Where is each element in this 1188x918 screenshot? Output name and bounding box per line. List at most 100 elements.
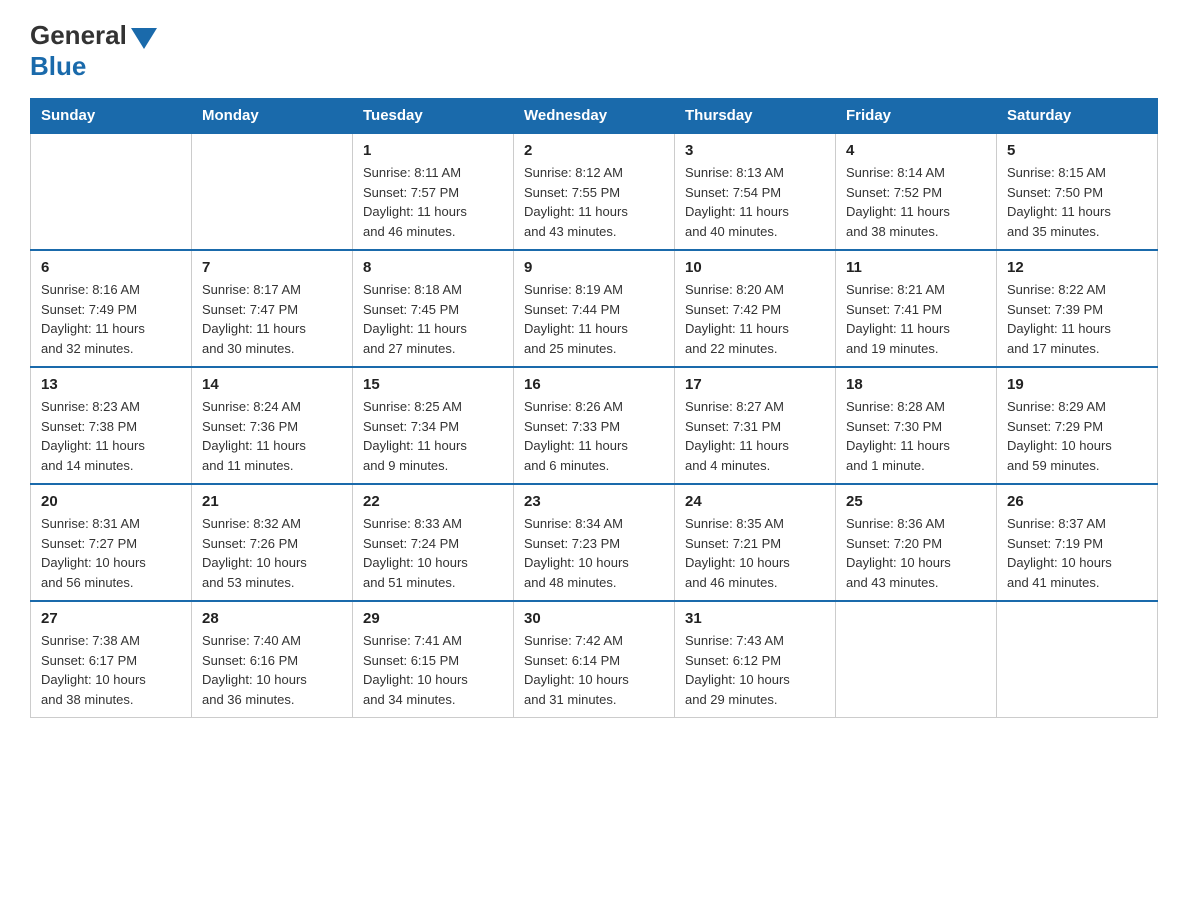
day-number: 18 [846, 376, 986, 393]
calendar-cell: 28 Sunrise: 7:40 AM Sunset: 6:16 PM Dayli… [192, 601, 353, 718]
day-number: 27 [41, 610, 181, 627]
day-info: Sunrise: 8:18 AM Sunset: 7:45 PM Dayligh… [363, 280, 503, 358]
day-info: Sunrise: 8:24 AM Sunset: 7:36 PM Dayligh… [202, 397, 342, 475]
day-info: Sunrise: 7:38 AM Sunset: 6:17 PM Dayligh… [41, 631, 181, 709]
day-info: Sunrise: 8:27 AM Sunset: 7:31 PM Dayligh… [685, 397, 825, 475]
calendar-cell: 13 Sunrise: 8:23 AM Sunset: 7:38 PM Dayli… [31, 367, 192, 484]
day-info: Sunrise: 8:32 AM Sunset: 7:26 PM Dayligh… [202, 514, 342, 592]
day-info: Sunrise: 7:41 AM Sunset: 6:15 PM Dayligh… [363, 631, 503, 709]
day-number: 7 [202, 259, 342, 276]
day-number: 9 [524, 259, 664, 276]
column-header-friday: Friday [836, 99, 997, 134]
day-number: 11 [846, 259, 986, 276]
day-info: Sunrise: 7:42 AM Sunset: 6:14 PM Dayligh… [524, 631, 664, 709]
calendar-cell: 12 Sunrise: 8:22 AM Sunset: 7:39 PM Dayli… [997, 250, 1158, 367]
day-info: Sunrise: 8:28 AM Sunset: 7:30 PM Dayligh… [846, 397, 986, 475]
calendar-cell: 8 Sunrise: 8:18 AM Sunset: 7:45 PM Daylig… [353, 250, 514, 367]
calendar-cell: 4Sunrise: 8:14 AM Sunset: 7:52 PM Daylig… [836, 133, 997, 250]
day-number: 30 [524, 610, 664, 627]
calendar-cell: 20Sunrise: 8:31 AM Sunset: 7:27 PM Dayli… [31, 484, 192, 601]
day-number: 1 [363, 142, 503, 159]
day-number: 23 [524, 493, 664, 510]
day-info: Sunrise: 7:40 AM Sunset: 6:16 PM Dayligh… [202, 631, 342, 709]
calendar-cell: 2 Sunrise: 8:12 AM Sunset: 7:55 PM Daylig… [514, 133, 675, 250]
day-number: 4 [846, 142, 986, 159]
page-header: GeneralBlue [30, 20, 1158, 82]
calendar-cell: 15 Sunrise: 8:25 AM Sunset: 7:34 PM Dayli… [353, 367, 514, 484]
day-number: 2 [524, 142, 664, 159]
day-info: Sunrise: 8:34 AM Sunset: 7:23 PM Dayligh… [524, 514, 664, 592]
day-number: 21 [202, 493, 342, 510]
day-info: Sunrise: 8:37 AM Sunset: 7:19 PM Dayligh… [1007, 514, 1147, 592]
day-info: Sunrise: 8:11 AM Sunset: 7:57 PM Dayligh… [363, 163, 503, 241]
calendar-cell: 17 Sunrise: 8:27 AM Sunset: 7:31 PM Dayli… [675, 367, 836, 484]
calendar-cell [997, 601, 1158, 718]
calendar-cell: 23 Sunrise: 8:34 AM Sunset: 7:23 PM Dayli… [514, 484, 675, 601]
day-number: 16 [524, 376, 664, 393]
column-header-wednesday: Wednesday [514, 99, 675, 134]
calendar-week-row: 20Sunrise: 8:31 AM Sunset: 7:27 PM Dayli… [31, 484, 1158, 601]
day-number: 8 [363, 259, 503, 276]
column-header-saturday: Saturday [997, 99, 1158, 134]
calendar-cell: 11 Sunrise: 8:21 AM Sunset: 7:41 PM Dayli… [836, 250, 997, 367]
day-info: Sunrise: 8:15 AM Sunset: 7:50 PM Dayligh… [1007, 163, 1147, 241]
day-number: 22 [363, 493, 503, 510]
calendar-cell [836, 601, 997, 718]
calendar-cell: 21 Sunrise: 8:32 AM Sunset: 7:26 PM Dayli… [192, 484, 353, 601]
calendar-cell: 3 Sunrise: 8:13 AM Sunset: 7:54 PM Daylig… [675, 133, 836, 250]
day-number: 14 [202, 376, 342, 393]
calendar-week-row: 13 Sunrise: 8:23 AM Sunset: 7:38 PM Dayli… [31, 367, 1158, 484]
calendar-cell [192, 133, 353, 250]
calendar-header-row: SundayMondayTuesdayWednesdayThursdayFrid… [31, 99, 1158, 134]
calendar-cell: 7 Sunrise: 8:17 AM Sunset: 7:47 PM Daylig… [192, 250, 353, 367]
column-header-monday: Monday [192, 99, 353, 134]
day-info: Sunrise: 8:26 AM Sunset: 7:33 PM Dayligh… [524, 397, 664, 475]
day-info: Sunrise: 8:36 AM Sunset: 7:20 PM Dayligh… [846, 514, 986, 592]
logo-general-text: General [30, 20, 127, 51]
day-info: Sunrise: 8:17 AM Sunset: 7:47 PM Dayligh… [202, 280, 342, 358]
day-number: 17 [685, 376, 825, 393]
logo-triangle-icon [131, 28, 157, 49]
day-info: Sunrise: 8:19 AM Sunset: 7:44 PM Dayligh… [524, 280, 664, 358]
day-info: Sunrise: 8:33 AM Sunset: 7:24 PM Dayligh… [363, 514, 503, 592]
day-number: 19 [1007, 376, 1147, 393]
day-number: 25 [846, 493, 986, 510]
calendar-cell: 27 Sunrise: 7:38 AM Sunset: 6:17 PM Dayli… [31, 601, 192, 718]
day-number: 12 [1007, 259, 1147, 276]
day-number: 26 [1007, 493, 1147, 510]
column-header-thursday: Thursday [675, 99, 836, 134]
logo-blue-text: Blue [30, 51, 86, 82]
calendar-cell: 14 Sunrise: 8:24 AM Sunset: 7:36 PM Dayli… [192, 367, 353, 484]
calendar-table: SundayMondayTuesdayWednesdayThursdayFrid… [30, 98, 1158, 718]
day-info: Sunrise: 8:12 AM Sunset: 7:55 PM Dayligh… [524, 163, 664, 241]
day-number: 13 [41, 376, 181, 393]
day-number: 24 [685, 493, 825, 510]
day-info: Sunrise: 8:29 AM Sunset: 7:29 PM Dayligh… [1007, 397, 1147, 475]
day-number: 10 [685, 259, 825, 276]
day-info: Sunrise: 8:35 AM Sunset: 7:21 PM Dayligh… [685, 514, 825, 592]
calendar-week-row: 6Sunrise: 8:16 AM Sunset: 7:49 PM Daylig… [31, 250, 1158, 367]
day-number: 3 [685, 142, 825, 159]
calendar-week-row: 27 Sunrise: 7:38 AM Sunset: 6:17 PM Dayli… [31, 601, 1158, 718]
day-info: Sunrise: 8:22 AM Sunset: 7:39 PM Dayligh… [1007, 280, 1147, 358]
day-info: Sunrise: 8:21 AM Sunset: 7:41 PM Dayligh… [846, 280, 986, 358]
day-number: 28 [202, 610, 342, 627]
logo: GeneralBlue [30, 20, 157, 82]
day-number: 15 [363, 376, 503, 393]
calendar-cell: 26 Sunrise: 8:37 AM Sunset: 7:19 PM Dayli… [997, 484, 1158, 601]
day-info: Sunrise: 8:13 AM Sunset: 7:54 PM Dayligh… [685, 163, 825, 241]
day-number: 6 [41, 259, 181, 276]
day-info: Sunrise: 8:23 AM Sunset: 7:38 PM Dayligh… [41, 397, 181, 475]
calendar-cell: 31 Sunrise: 7:43 AM Sunset: 6:12 PM Dayli… [675, 601, 836, 718]
calendar-cell: 22 Sunrise: 8:33 AM Sunset: 7:24 PM Dayli… [353, 484, 514, 601]
day-info: Sunrise: 7:43 AM Sunset: 6:12 PM Dayligh… [685, 631, 825, 709]
day-number: 31 [685, 610, 825, 627]
calendar-cell: 25 Sunrise: 8:36 AM Sunset: 7:20 PM Dayli… [836, 484, 997, 601]
day-info: Sunrise: 8:25 AM Sunset: 7:34 PM Dayligh… [363, 397, 503, 475]
calendar-cell: 30 Sunrise: 7:42 AM Sunset: 6:14 PM Dayli… [514, 601, 675, 718]
day-number: 29 [363, 610, 503, 627]
calendar-cell [31, 133, 192, 250]
calendar-cell: 5Sunrise: 8:15 AM Sunset: 7:50 PM Daylig… [997, 133, 1158, 250]
calendar-cell: 9 Sunrise: 8:19 AM Sunset: 7:44 PM Daylig… [514, 250, 675, 367]
column-header-tuesday: Tuesday [353, 99, 514, 134]
